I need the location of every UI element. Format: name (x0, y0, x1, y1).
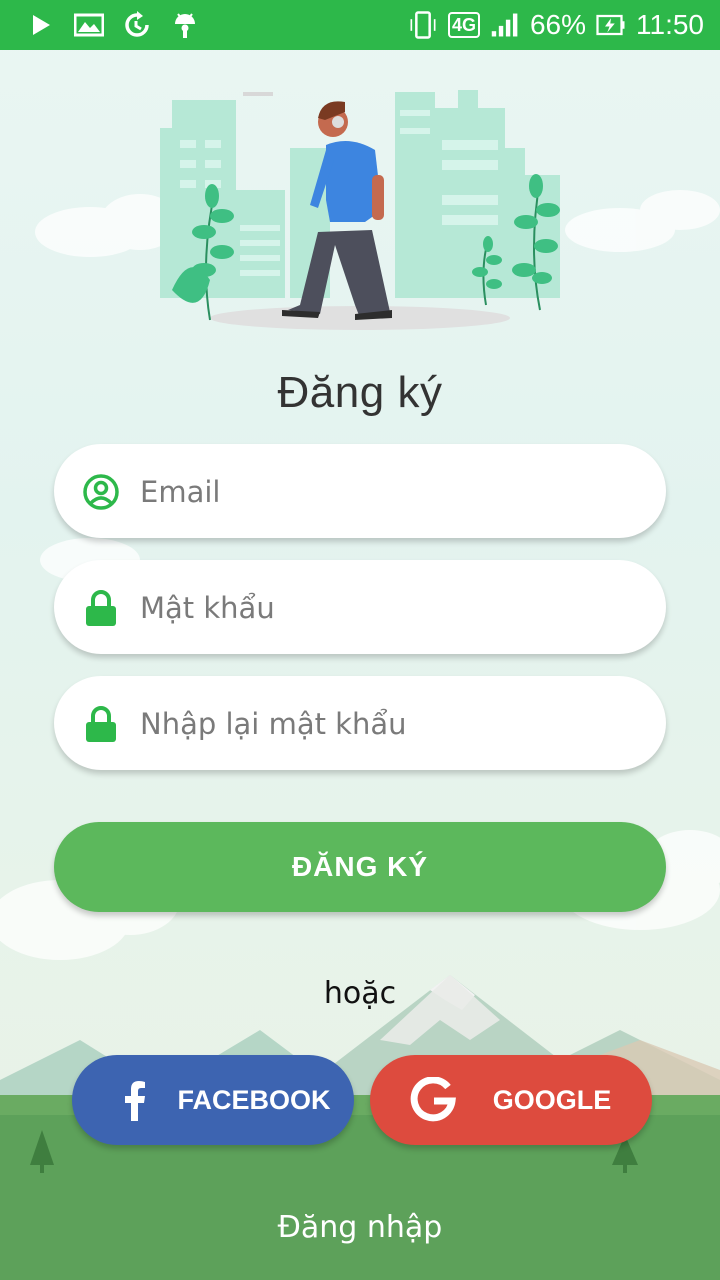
battery-percent: 66% (529, 9, 586, 40)
register-button[interactable]: ĐĂNG KÝ (54, 822, 666, 912)
google-icon (410, 1076, 456, 1123)
password-input[interactable] (138, 560, 642, 656)
clock: 11:50 (636, 9, 704, 40)
battery-charging-icon (596, 10, 626, 40)
login-link[interactable]: Đăng nhập (0, 1210, 720, 1245)
vibrate-icon (408, 10, 438, 40)
confirm-password-field[interactable] (54, 676, 666, 772)
network-type-badge: 4G (447, 12, 480, 38)
page-title: Đăng ký (277, 368, 443, 417)
sync-icon (122, 10, 152, 40)
image-icon (74, 10, 104, 40)
password-field[interactable] (54, 560, 666, 656)
lock-icon (82, 705, 120, 743)
or-separator: hoặc (323, 976, 397, 1011)
signal-icon (490, 10, 520, 40)
lock-icon (82, 589, 120, 627)
facebook-label: FACEBOOK (177, 1085, 331, 1115)
google-login-button[interactable]: GOOGLE (370, 1055, 652, 1145)
confirm-password-input[interactable] (138, 676, 642, 772)
email-field[interactable] (54, 444, 666, 540)
status-bar: 4G 66% 11:50 (0, 0, 720, 50)
google-label: GOOGLE (492, 1085, 612, 1115)
play-icon (26, 10, 56, 40)
email-input[interactable] (138, 444, 642, 540)
android-icon (170, 10, 200, 40)
user-circle-icon (82, 473, 120, 511)
facebook-icon (112, 1077, 158, 1123)
facebook-login-button[interactable]: FACEBOOK (72, 1055, 354, 1145)
